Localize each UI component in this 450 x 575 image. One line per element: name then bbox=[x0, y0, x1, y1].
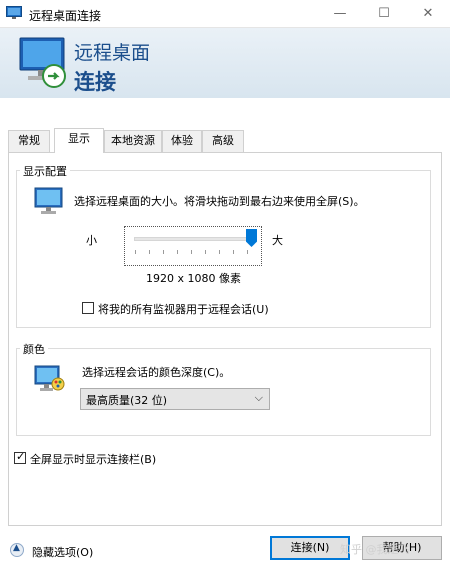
slider-tick bbox=[191, 250, 192, 254]
remote-desktop-icon bbox=[6, 6, 22, 19]
slider-tick bbox=[219, 250, 220, 254]
color-depth-description: 选择远程会话的颜色深度(C)。 bbox=[82, 366, 231, 379]
chevron-up-icon: ▲ bbox=[10, 543, 24, 557]
tab-local-resources[interactable]: 本地资源 bbox=[104, 130, 162, 152]
minimize-button[interactable]: — bbox=[318, 0, 362, 28]
tab-display[interactable]: 显示 bbox=[54, 128, 104, 153]
slider-thumb[interactable] bbox=[246, 229, 257, 247]
display-size-slider[interactable] bbox=[124, 226, 262, 266]
resolution-label: 1920 x 1080 像素 bbox=[146, 272, 241, 285]
header-banner: 远程桌面 连接 bbox=[0, 28, 450, 98]
close-button[interactable]: ✕ bbox=[406, 0, 450, 28]
slider-tick bbox=[247, 250, 248, 254]
watermark: 知乎 @我是飞 bbox=[340, 543, 410, 556]
slider-tick bbox=[233, 250, 234, 254]
connection-bar-checkbox[interactable] bbox=[14, 450, 26, 464]
tab-experience[interactable]: 体验 bbox=[162, 130, 202, 152]
display-monitor-icon bbox=[34, 187, 63, 214]
slider-track bbox=[134, 237, 254, 241]
tab-general[interactable]: 常规 bbox=[8, 130, 50, 152]
color-depth-value: 最高质量(32 位) bbox=[86, 394, 168, 407]
slider-tick bbox=[205, 250, 206, 254]
title-bar: 远程桌面连接 — ☐ ✕ bbox=[0, 0, 450, 28]
display-description: 选择远程桌面的大小。将滑块拖动到最右边来使用全屏(S)。 bbox=[74, 195, 365, 208]
color-depth-dropdown[interactable]: 最高质量(32 位) ⌵ bbox=[80, 388, 270, 410]
window-title: 远程桌面连接 bbox=[29, 9, 102, 23]
slider-tick bbox=[163, 250, 164, 254]
slider-large-label: 大 bbox=[272, 234, 283, 247]
colors-label: 颜色 bbox=[20, 341, 48, 357]
maximize-button[interactable]: ☐ bbox=[362, 0, 406, 28]
hide-options-label[interactable]: 隐藏选项(O) bbox=[32, 544, 93, 560]
display-config-label: 显示配置 bbox=[20, 163, 70, 179]
slider-tick bbox=[177, 250, 178, 254]
connect-button[interactable]: 连接(N) bbox=[270, 536, 350, 560]
slider-tick bbox=[135, 250, 136, 254]
slider-tick bbox=[149, 250, 150, 254]
all-monitors-label[interactable]: 将我的所有监视器用于远程会话(U) bbox=[98, 301, 269, 317]
connection-bar-label[interactable]: 全屏显示时显示连接栏(B) bbox=[30, 451, 156, 467]
header-title-line1: 远程桌面 bbox=[74, 42, 151, 64]
all-monitors-checkbox[interactable] bbox=[82, 302, 94, 314]
header-title-line2: 连接 bbox=[74, 70, 116, 94]
color-palette-monitor-icon bbox=[34, 365, 65, 391]
chevron-down-icon: ⌵ bbox=[254, 391, 263, 404]
remote-desktop-monitor-icon bbox=[19, 37, 66, 88]
tab-advanced[interactable]: 高级 bbox=[202, 130, 244, 152]
slider-small-label: 小 bbox=[86, 234, 97, 247]
